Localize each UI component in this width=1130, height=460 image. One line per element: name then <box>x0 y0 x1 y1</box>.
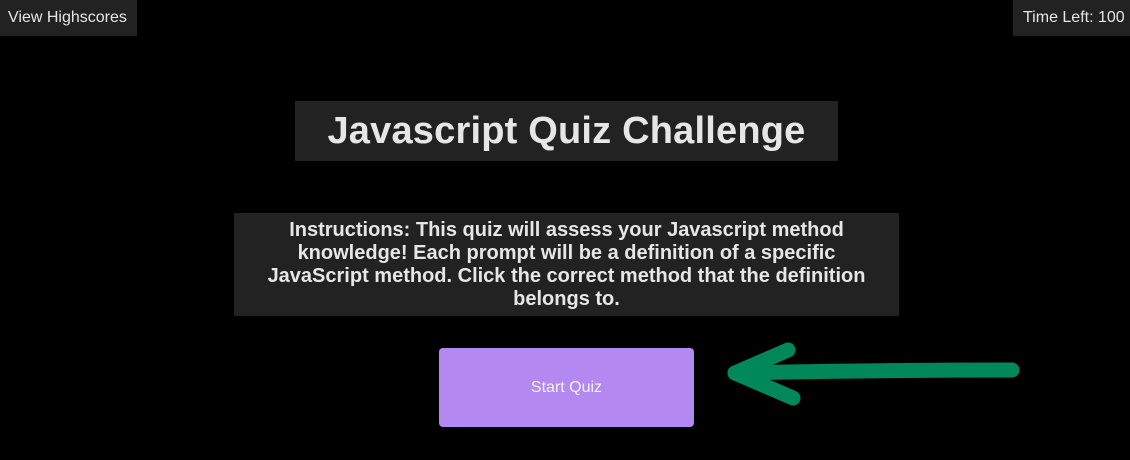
title-banner: Javascript Quiz Challenge <box>295 101 838 161</box>
view-highscores-link[interactable]: View Highscores <box>0 0 137 36</box>
timer-display: Time Left: 100 <box>1013 0 1130 36</box>
arrow-left-icon <box>727 342 1020 406</box>
page-title: Javascript Quiz Challenge <box>327 109 806 152</box>
start-quiz-button[interactable]: Start Quiz <box>439 348 694 427</box>
instructions-text: Instructions: This quiz will assess your… <box>267 218 866 310</box>
instructions-panel: Instructions: This quiz will assess your… <box>234 213 899 316</box>
